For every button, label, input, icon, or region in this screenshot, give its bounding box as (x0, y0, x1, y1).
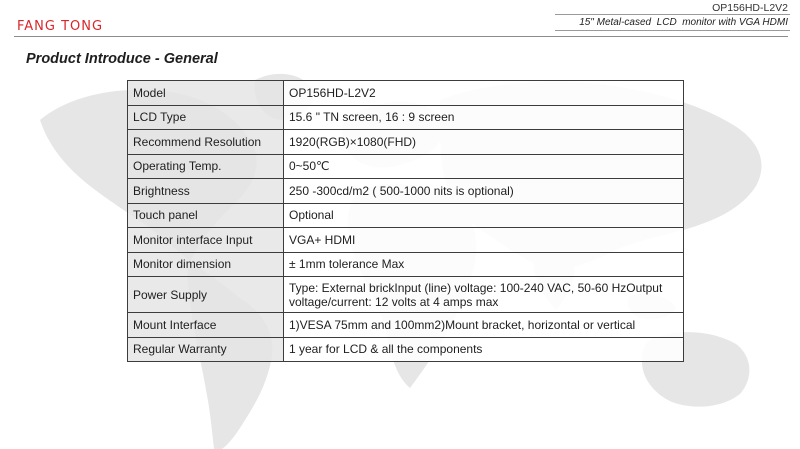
spec-value: Type: External brickInput (line) voltage… (283, 276, 684, 313)
page-title: Product Introduce - General (26, 51, 218, 67)
brand-logo: FANG TONG (17, 19, 104, 34)
spec-value: ± 1mm tolerance Max (283, 251, 684, 277)
spec-value: 1 year for LCD & all the components (283, 336, 684, 362)
spec-value: 1)VESA 75mm and 100mm2)Mount bracket, ho… (283, 312, 684, 338)
header-divider (14, 36, 788, 37)
table-row: Model OP156HD-L2V2 (127, 80, 684, 106)
table-row: Power Supply Type: External brickInput (… (127, 276, 684, 313)
spec-label: Regular Warranty (127, 336, 284, 362)
table-row: Regular Warranty 1 year for LCD & all th… (127, 336, 684, 362)
spec-label: Touch panel (127, 202, 284, 228)
spec-value: 0~50℃ (283, 153, 684, 179)
spec-value: Optional (283, 202, 684, 228)
spec-label: LCD Type (127, 104, 284, 130)
spec-value: 15.6 " TN screen, 16 : 9 screen (283, 104, 684, 130)
header-bottom-line (555, 30, 790, 31)
table-row: Touch panel Optional (127, 202, 684, 228)
header-top-line (555, 14, 790, 15)
table-row: Operating Temp. 0~50℃ (127, 153, 684, 179)
table-row: Mount Interface 1)VESA 75mm and 100mm2)M… (127, 312, 684, 338)
spec-label: Power Supply (127, 276, 284, 313)
table-row: LCD Type 15.6 " TN screen, 16 : 9 screen (127, 104, 684, 130)
spec-value: OP156HD-L2V2 (283, 80, 684, 106)
spec-label: Monitor interface Input (127, 227, 284, 253)
table-row: Monitor dimension ± 1mm tolerance Max (127, 251, 684, 277)
spec-label: Operating Temp. (127, 153, 284, 179)
table-row: Recommend Resolution 1920(RGB)×1080(FHD) (127, 129, 684, 155)
spec-value: 1920(RGB)×1080(FHD) (283, 129, 684, 155)
spec-value: 250 -300cd/m2 ( 500-1000 nits is optiona… (283, 178, 684, 204)
table-row: Brightness 250 -300cd/m2 ( 500-1000 nits… (127, 178, 684, 204)
spec-label: Monitor dimension (127, 251, 284, 277)
header-subtitle: 15" Metal-cased LCD monitor with VGA HDM… (579, 17, 788, 28)
spec-label: Mount Interface (127, 312, 284, 338)
spec-label: Recommend Resolution (127, 129, 284, 155)
header-model-number: OP156HD-L2V2 (712, 2, 788, 14)
spec-value: VGA+ HDMI (283, 227, 684, 253)
spec-table: Model OP156HD-L2V2 LCD Type 15.6 " TN sc… (127, 80, 684, 362)
spec-label: Model (127, 80, 284, 106)
table-row: Monitor interface Input VGA+ HDMI (127, 227, 684, 253)
spec-label: Brightness (127, 178, 284, 204)
